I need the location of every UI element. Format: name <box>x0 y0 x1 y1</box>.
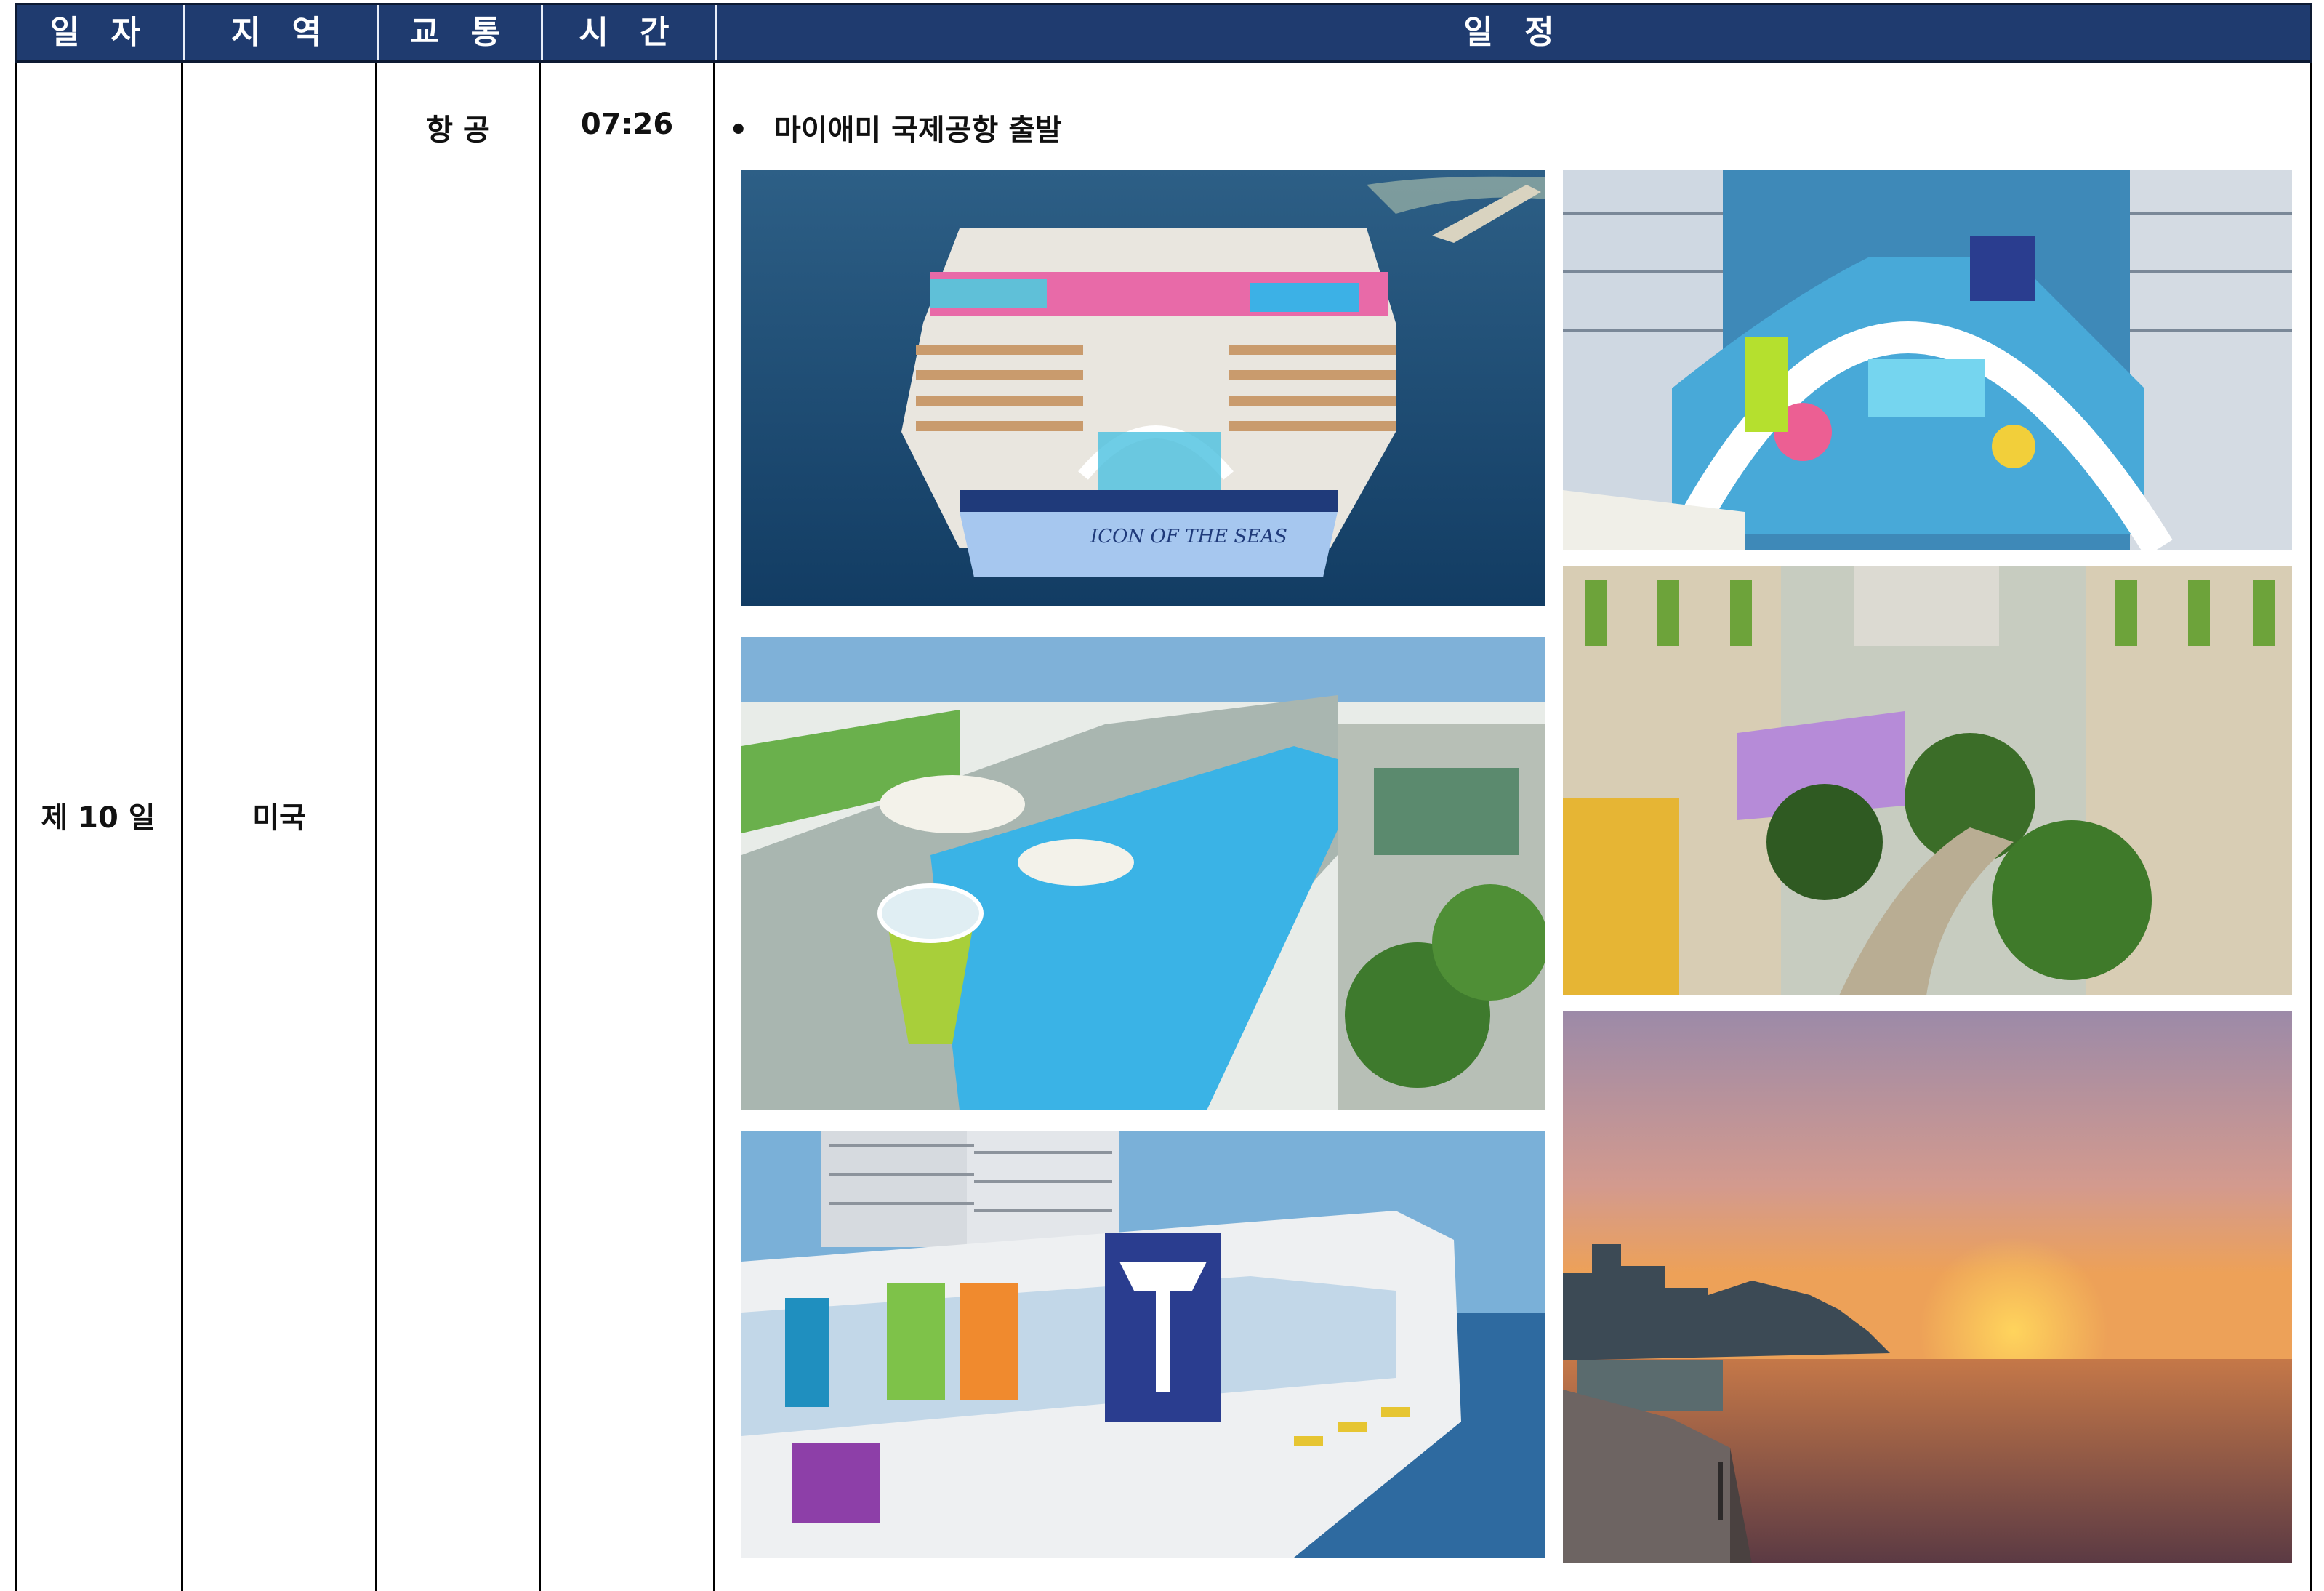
grid-line <box>2310 63 2312 1591</box>
header-time: 시 간 <box>579 14 680 51</box>
region-cell: 미국 <box>252 801 306 835</box>
header-schedule: 일 정 <box>1463 14 1564 51</box>
time-cell: 07:26 <box>580 108 674 141</box>
transport-cell: 항 공 <box>426 113 490 147</box>
grid-line <box>539 63 541 1591</box>
table-header: 일 자 지 역 교 통 편 시 간 일 정 <box>15 3 2312 106</box>
cruise-deck-arch-waterpark-icon <box>1563 170 2292 550</box>
itinerary-table: 일 자 지 역 교 통 편 시 간 일 정 제 10 일 미국 항 공 07:2… <box>15 3 2312 1591</box>
grid-line <box>375 63 377 1591</box>
havana-sunset-seawall-icon <box>1563 1011 2292 1563</box>
header-date: 일 자 <box>49 14 151 51</box>
grid-line <box>713 63 715 1591</box>
header-transport: 교 통 편 <box>409 14 511 106</box>
day-cell: 제 10 일 <box>41 801 156 835</box>
bullet-icon: • <box>729 113 748 147</box>
schedule-item-text: 마이애미 국제공항 출발 <box>774 113 1062 147</box>
schedule-item: • 마이애미 국제공항 출발 <box>729 106 1062 148</box>
cruise-ship-funnel-crown-anchor-icon <box>741 1131 1545 1558</box>
cruise-ship-stern-aerial-icon: ICON OF THE SEAS <box>741 170 1545 606</box>
header-region: 지 역 <box>230 14 332 51</box>
cruise-pool-deck-icon <box>741 637 1545 1110</box>
svg-text:ICON OF THE SEAS: ICON OF THE SEAS <box>1090 526 1287 548</box>
cruise-central-park-atrium-icon <box>1563 566 2292 995</box>
